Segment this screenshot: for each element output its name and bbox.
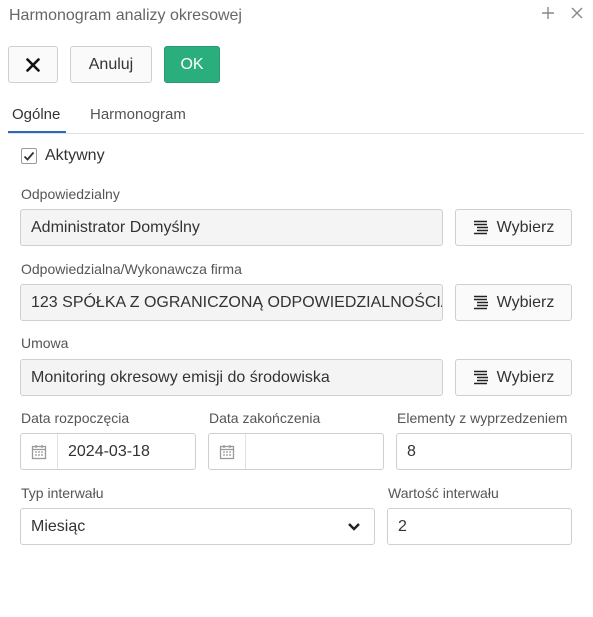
start-date-value: 2024-03-18 xyxy=(68,442,150,460)
chevron-down-icon xyxy=(348,523,360,531)
active-tab-indicator xyxy=(8,131,66,133)
contract-select-button[interactable]: Wybierz xyxy=(455,359,572,396)
checkmark-icon xyxy=(23,151,35,161)
company-select-button[interactable]: Wybierz xyxy=(455,284,572,321)
responsible-label: Odpowiedzialny xyxy=(21,186,120,202)
ok-button[interactable]: OK xyxy=(164,46,220,83)
calendar-icon[interactable] xyxy=(21,434,58,469)
start-date-label: Data rozpoczęcia xyxy=(21,410,130,426)
end-date-field[interactable] xyxy=(208,433,384,470)
advance-label: Elementy z wyprzedzeniem xyxy=(397,410,568,426)
window-title: Harmonogram analizy okresowej xyxy=(9,7,242,24)
responsible-select-button[interactable]: Wybierz xyxy=(455,209,572,246)
tabs-divider xyxy=(8,133,584,134)
end-date-value xyxy=(246,434,256,469)
tab-general[interactable]: Ogólne xyxy=(12,106,60,123)
cancel-button[interactable]: Anuluj xyxy=(70,46,152,83)
close-icon[interactable] xyxy=(570,6,584,25)
calendar-icon[interactable] xyxy=(209,434,246,469)
company-field[interactable]: 123 SPÓŁKA Z OGRANICZONĄ ODPOWIEDZIALNOŚ… xyxy=(20,284,443,321)
active-checkbox[interactable] xyxy=(21,148,37,164)
tab-schedule[interactable]: Harmonogram xyxy=(90,106,186,123)
list-icon xyxy=(473,370,488,385)
list-icon xyxy=(473,220,488,235)
x-icon xyxy=(26,57,40,72)
interval-value-input[interactable]: 2 xyxy=(387,508,572,545)
plus-icon[interactable] xyxy=(541,6,555,25)
interval-type-value: Miesiąc xyxy=(31,517,86,535)
close-button[interactable] xyxy=(8,46,58,83)
list-icon xyxy=(473,295,488,310)
interval-type-label: Typ interwału xyxy=(21,485,104,501)
active-label: Aktywny xyxy=(45,147,105,164)
contract-field[interactable]: Monitoring okresowy emisji do środowiska xyxy=(20,359,443,396)
advance-input[interactable]: 8 xyxy=(396,433,572,470)
responsible-field[interactable]: Administrator Domyślny xyxy=(20,209,443,246)
interval-type-select[interactable]: Miesiąc xyxy=(20,508,375,545)
select-button-label: Wybierz xyxy=(496,368,555,386)
select-button-label: Wybierz xyxy=(496,293,555,311)
company-label: Odpowiedzialna/Wykonawcza firma xyxy=(21,261,242,277)
start-date-field[interactable]: 2024-03-18 xyxy=(20,433,196,470)
interval-value-label: Wartość interwału xyxy=(388,485,499,501)
select-button-label: Wybierz xyxy=(496,218,555,236)
end-date-label: Data zakończenia xyxy=(209,410,321,426)
contract-label: Umowa xyxy=(21,335,69,351)
